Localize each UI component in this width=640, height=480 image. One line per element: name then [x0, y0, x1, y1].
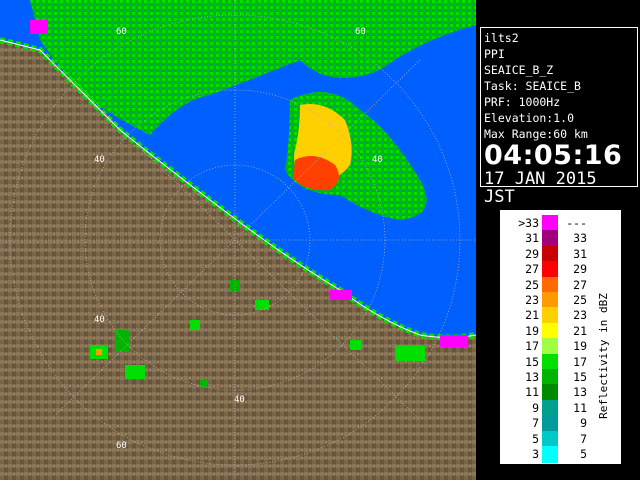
range-label: 60	[355, 27, 366, 37]
range-label: 40	[372, 155, 383, 165]
scan-type: PPI	[484, 47, 505, 61]
radar-map: 60 60 40 40 40 40 60	[0, 0, 476, 480]
range-label: 40	[94, 155, 105, 165]
legend-row-max: 5	[580, 447, 587, 461]
scan-time: 04:05:16	[484, 140, 623, 171]
range-label: 60	[116, 27, 127, 37]
scan-date: 17 JAN 2015 JST	[484, 169, 597, 207]
legend-row: 35	[501, 446, 601, 463]
product-name: SEAICE_B_Z	[484, 63, 554, 77]
legend-unit-label: Reflectivity in dBZ	[597, 293, 610, 419]
station-name: ilts2	[484, 31, 519, 45]
task-name: Task: SEAICE_B	[484, 79, 581, 93]
range-label: 40	[234, 395, 245, 405]
range-label: 40	[94, 315, 105, 325]
elevation-value: Elevation:1.0	[484, 111, 575, 125]
prf-value: PRF: 1000Hz	[484, 95, 561, 109]
legend-swatch	[542, 446, 558, 463]
scan-info-panel: ilts2 PPI SEAICE_B_Z Task: SEAICE_B PRF:…	[480, 27, 638, 206]
range-label: 60	[116, 441, 127, 451]
legend-row-min: 3	[532, 447, 539, 461]
legend-unit-text: Reflectivity in dBZ	[597, 293, 610, 419]
reflectivity-legend: >33 --- 31 33 29 31 27 29 25 27 23 25 21 23 19 21 17 19 15…	[500, 210, 621, 464]
